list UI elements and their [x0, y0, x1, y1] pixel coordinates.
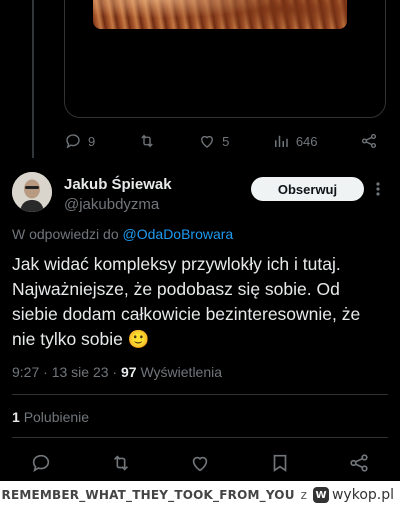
- footer-separator: z: [300, 488, 307, 502]
- tweet-actions: [30, 450, 370, 476]
- more-options-icon[interactable]: [370, 180, 386, 198]
- analytics-icon: [274, 135, 288, 147]
- avatar[interactable]: [12, 172, 52, 212]
- likes-label: Polubienie: [23, 409, 90, 425]
- tweet-date[interactable]: 13 sie 23: [52, 364, 109, 380]
- repost-icon[interactable]: [110, 452, 132, 474]
- likes-count: 1: [12, 409, 20, 425]
- author-name[interactable]: Jakub Śpiewak: [64, 176, 172, 193]
- share-action[interactable]: [360, 132, 378, 150]
- like-count: 5: [222, 133, 230, 149]
- reply-icon: [66, 134, 80, 149]
- tweet-views: 97: [120, 364, 137, 380]
- tweet-meta: 9:27 · 13 sie 23 · 97 Wyświetlenia: [12, 364, 223, 380]
- reply-prefix: W odpowiedzi do: [12, 226, 119, 242]
- follow-button[interactable]: Obserwuj: [251, 177, 364, 201]
- reply-context: W odpowiedzi do @OdaDoBrowara: [12, 226, 233, 242]
- bookmark-icon[interactable]: [269, 452, 291, 474]
- thread-connector-line: [32, 0, 34, 158]
- reply-icon[interactable]: [30, 452, 52, 474]
- quoted-tweet-image[interactable]: [93, 0, 347, 29]
- repost-icon: [140, 134, 153, 148]
- likes-summary[interactable]: 1 Polubienie: [12, 409, 89, 425]
- reply-count: 9: [88, 133, 96, 149]
- reply-to-link[interactable]: @OdaDoBrowara: [123, 226, 234, 242]
- heart-icon: [201, 135, 214, 148]
- divider: [12, 437, 388, 438]
- views-action[interactable]: 646: [272, 132, 318, 150]
- reply-action[interactable]: 9: [64, 132, 95, 150]
- like-action[interactable]: 5: [198, 132, 229, 150]
- tweet-time[interactable]: 9:27: [12, 364, 39, 380]
- quoted-tweet-actions: 9 5 646: [64, 128, 378, 154]
- divider: [12, 394, 388, 395]
- heart-icon[interactable]: [189, 452, 211, 474]
- wykop-logo: W wykop.pl: [312, 487, 394, 503]
- footer-username: REMEMBER_WHAT_THEY_TOOK_FROM_YOU: [1, 488, 295, 502]
- quoted-tweet-card[interactable]: [64, 0, 386, 118]
- share-icon: [361, 133, 377, 149]
- tweet-text: Jak widać kompleksy przywlokły ich i tut…: [12, 254, 361, 349]
- repost-action[interactable]: [138, 132, 156, 150]
- footer-site: wykop.pl: [331, 487, 394, 503]
- share-icon[interactable]: [348, 452, 370, 474]
- views-count: 646: [295, 133, 318, 149]
- author-handle[interactable]: @jakubdyzma: [64, 196, 159, 213]
- watermark-footer: REMEMBER_WHAT_THEY_TOOK_FROM_YOU z W wyk…: [0, 481, 400, 509]
- wykop-logo-icon: W: [312, 487, 329, 503]
- views-label: Wyświetlenia: [140, 364, 223, 380]
- avatar-image: [12, 172, 52, 212]
